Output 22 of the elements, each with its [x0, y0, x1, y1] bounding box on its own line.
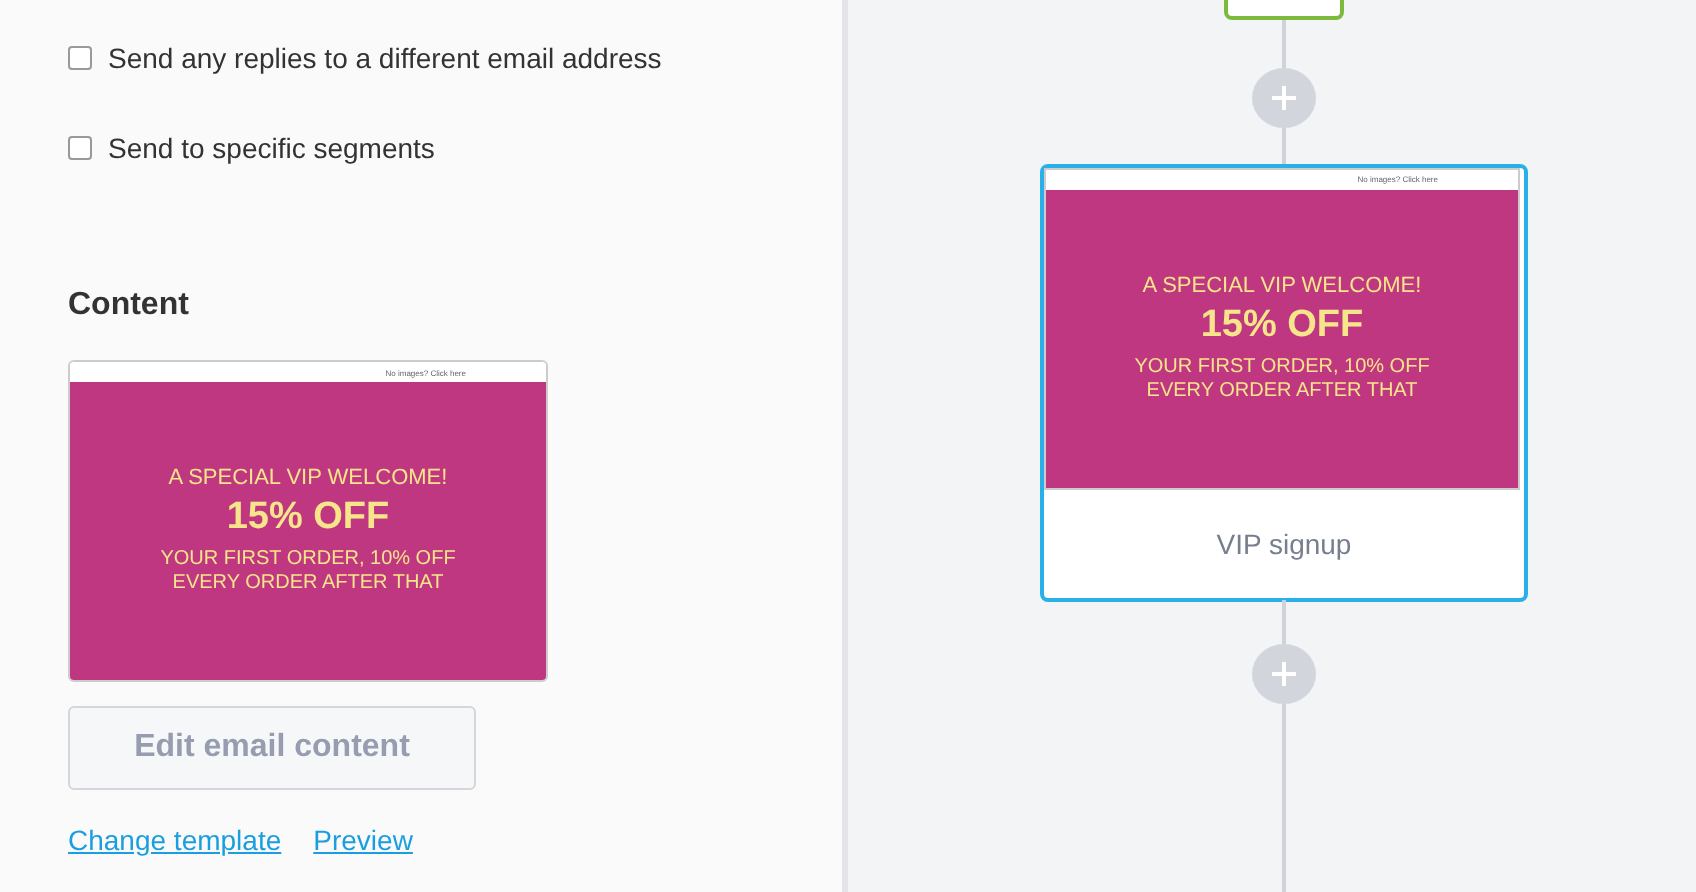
checkbox-label: Send any replies to a different email address	[108, 42, 662, 74]
email-offer: 15% OFF	[226, 496, 390, 540]
email-text: EVERY ORDER AFTER THAT	[1146, 379, 1418, 404]
email-text: EVERY ORDER AFTER THAT	[172, 572, 444, 596]
email-text: YOUR FIRST ORDER, 10% OFF	[1134, 355, 1430, 380]
add-step-button[interactable]	[1252, 644, 1316, 705]
link[interactable]: Change template	[68, 824, 282, 856]
checkbox-label: Send to specific segments	[108, 132, 435, 164]
edit-content-button[interactable]: Edit email content	[68, 706, 476, 790]
checkbox[interactable]	[68, 46, 92, 70]
email-headline: A SPECIAL VIP WELCOME!	[1142, 273, 1422, 298]
condition-node[interactable]	[1224, 0, 1344, 19]
email-text: YOUR FIRST ORDER, 10% OFF	[160, 548, 456, 572]
email-offer: 15% OFF	[1200, 303, 1364, 348]
node-label: VIP signup	[1214, 525, 1354, 564]
section-heading: Content	[68, 288, 191, 324]
plus-icon	[1270, 83, 1298, 112]
link[interactable]: Preview	[313, 824, 413, 856]
add-step-button[interactable]	[1252, 67, 1316, 128]
checkbox[interactable]	[68, 136, 92, 160]
plus-icon	[1270, 660, 1298, 689]
email-headline: A SPECIAL VIP WELCOME!	[168, 466, 448, 490]
